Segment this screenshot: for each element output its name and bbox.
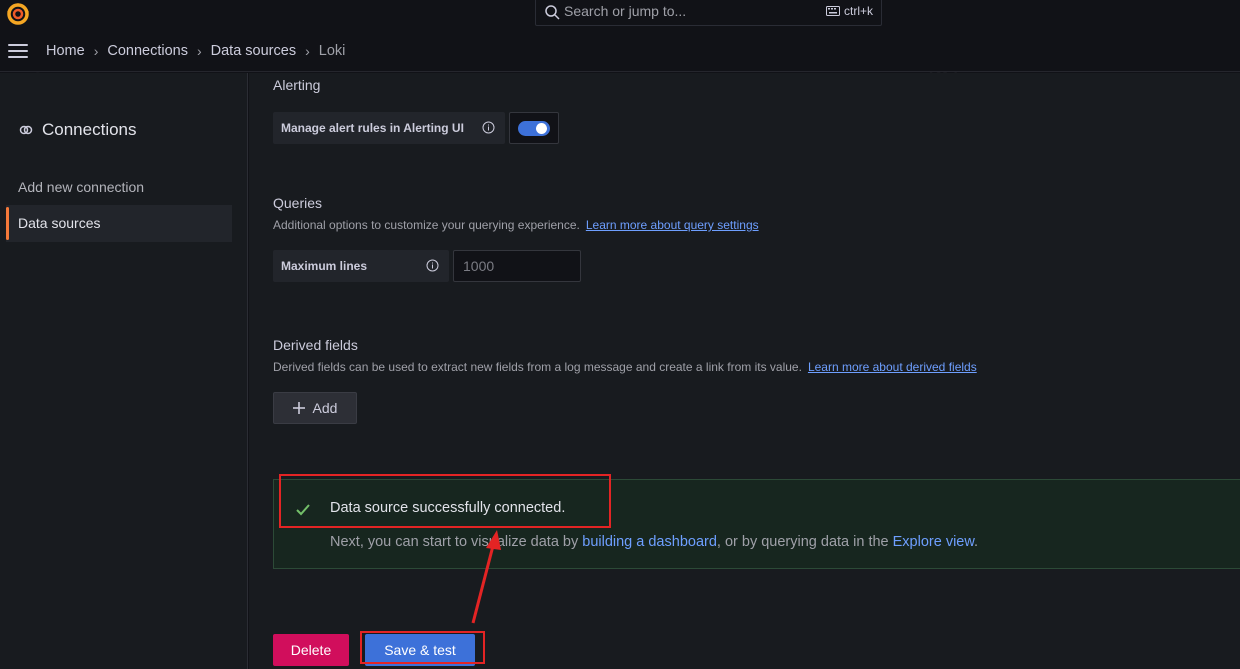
building-dashboard-link[interactable]: building a dashboard xyxy=(582,534,717,550)
queries-description-text: Additional options to customize your que… xyxy=(273,218,580,232)
sidebar-item-data-sources[interactable]: Data sources xyxy=(6,205,232,242)
breadcrumb-data-sources[interactable]: Data sources xyxy=(211,43,296,59)
queries-section-title: Queries xyxy=(273,195,323,211)
derived-fields-description-text: Derived fields can be used to extract ne… xyxy=(273,360,802,374)
query-settings-link[interactable]: Learn more about query settings xyxy=(586,218,759,232)
annotation-box-save xyxy=(360,631,485,664)
add-button-label: Add xyxy=(312,400,338,416)
search-shortcut: ctrl+k xyxy=(825,4,873,18)
sidebar-title-text: Connections xyxy=(42,120,137,139)
maximum-lines-input[interactable]: 1000 xyxy=(453,250,581,282)
menu-icon[interactable] xyxy=(8,44,28,60)
alerting-section-title: Alerting xyxy=(273,77,321,93)
shortcut-text: ctrl+k xyxy=(843,4,873,18)
derived-fields-link[interactable]: Learn more about derived fields xyxy=(808,360,977,374)
top-bar: Search or jump to... ctrl+k xyxy=(0,0,1240,32)
add-derived-field-button[interactable]: Add xyxy=(273,392,357,424)
alert-body: Next, you can start to visualize data by… xyxy=(330,534,978,550)
breadcrumb: Home › Connections › Data sources › Loki xyxy=(46,43,345,59)
plus-icon xyxy=(292,402,305,414)
explore-view-link[interactable]: Explore view xyxy=(893,534,974,550)
sidebar: Connections Add new connection Data sour… xyxy=(0,73,248,669)
sidebar-title: Connections xyxy=(18,120,137,140)
grafana-logo-icon[interactable] xyxy=(6,2,30,26)
maximum-lines-label-text: Maximum lines xyxy=(281,259,368,273)
breadcrumb-home[interactable]: Home xyxy=(46,43,85,59)
connections-icon xyxy=(19,125,33,135)
info-icon[interactable] xyxy=(426,259,439,272)
search-placeholder: Search or jump to... xyxy=(564,3,687,19)
maximum-lines-label: Maximum lines xyxy=(273,250,449,282)
info-icon[interactable] xyxy=(482,121,495,134)
breadcrumb-connections[interactable]: Connections xyxy=(107,43,188,59)
keyboard-icon xyxy=(825,6,840,16)
breadcrumb-loki: Loki xyxy=(318,43,346,59)
alert-rules-toggle-container xyxy=(509,112,559,144)
alert-rules-toggle[interactable] xyxy=(518,121,550,136)
chevron-right-icon: › xyxy=(93,43,99,59)
toggle-knob xyxy=(536,123,547,134)
derived-fields-description: Derived fields can be used to extract ne… xyxy=(273,360,977,374)
alert-body-mid: , or by querying data in the xyxy=(716,534,893,550)
alert-rules-label-text: Manage alert rules in Alerting UI xyxy=(281,121,464,135)
queries-description: Additional options to customize your que… xyxy=(273,218,759,232)
search-icon xyxy=(545,5,560,20)
alert-rules-label: Manage alert rules in Alerting UI xyxy=(273,112,505,144)
derived-fields-section-title: Derived fields xyxy=(273,337,358,353)
chevron-right-icon: › xyxy=(305,43,310,59)
breadcrumb-bar: Home › Connections › Data sources › Loki xyxy=(0,32,1240,72)
chevron-right-icon: › xyxy=(196,43,202,59)
sidebar-item-add-new-connection[interactable]: Add new connection xyxy=(6,169,232,206)
annotation-box-alert xyxy=(279,474,611,528)
alert-body-prefix: Next, you can start to visualize data by xyxy=(330,534,583,550)
delete-button[interactable]: Delete xyxy=(273,634,349,666)
search-bar[interactable]: Search or jump to... ctrl+k xyxy=(535,0,882,26)
alert-body-suffix: . xyxy=(974,534,979,550)
